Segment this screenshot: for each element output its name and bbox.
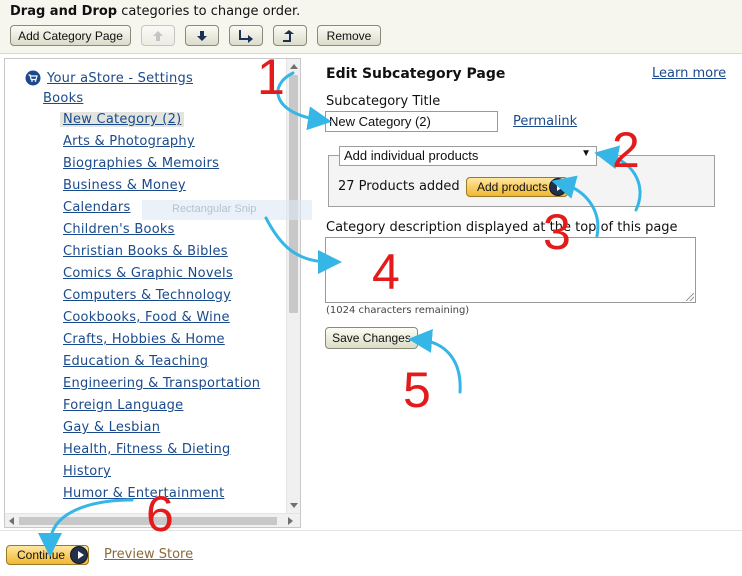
tree-item[interactable]: History xyxy=(63,464,111,479)
scroll-right-icon[interactable] xyxy=(288,517,293,525)
scroll-thumb[interactable] xyxy=(289,75,298,313)
step-number-4: 4 xyxy=(372,244,400,300)
tree-item[interactable]: Arts & Photography xyxy=(63,134,195,149)
step-number-3: 3 xyxy=(543,204,571,260)
step-number-5: 5 xyxy=(403,362,431,418)
characters-remaining: (1024 characters remaining) xyxy=(326,305,470,316)
tree-item[interactable]: Children's Books xyxy=(63,222,175,237)
move-up-button[interactable] xyxy=(141,25,175,46)
tree-item[interactable]: Business & Money xyxy=(63,178,186,193)
tree-item[interactable]: Crafts, Hobbies & Home xyxy=(63,332,225,347)
play-icon xyxy=(70,546,88,564)
tree-item[interactable]: Computers & Technology xyxy=(63,288,231,303)
tree-item[interactable]: Gay & Lesbian xyxy=(63,420,160,435)
tree-vertical-scrollbar[interactable] xyxy=(286,59,300,514)
products-added-count: 27 Products added xyxy=(338,179,460,194)
cart-icon xyxy=(25,70,41,86)
scroll-down-icon[interactable] xyxy=(290,503,298,508)
tree-item[interactable]: Calendars xyxy=(63,200,130,215)
drag-ghost: Rectangular Snip xyxy=(142,200,312,220)
outdent-arrow-icon xyxy=(283,29,294,42)
indent-arrow-icon xyxy=(239,29,253,43)
tree-item[interactable]: Biographies & Memoirs xyxy=(63,156,219,171)
subcategory-title-input[interactable]: New Category (2) xyxy=(325,111,498,132)
arrow-up-icon xyxy=(153,30,163,41)
learn-more-link[interactable]: Learn more xyxy=(652,66,726,81)
dropdown-caret-icon: ▼ xyxy=(581,148,591,159)
tree-item[interactable]: Engineering & Transportation xyxy=(63,376,260,391)
save-changes-button[interactable]: Save Changes xyxy=(325,327,418,349)
move-down-button[interactable] xyxy=(185,25,219,46)
tree-root-link[interactable]: Your aStore - Settings xyxy=(47,71,193,86)
tree-item[interactable]: Foreign Language xyxy=(63,398,183,413)
tree-item[interactable]: Christian Books & Bibles xyxy=(63,244,228,259)
drag-drop-instruction: Drag and Drop categories to change order… xyxy=(10,4,301,19)
step-number-6: 6 xyxy=(146,486,174,542)
tree-item[interactable]: Humor & Entertainment xyxy=(63,486,224,501)
tree-item-books[interactable]: Books xyxy=(43,91,83,106)
preview-store-link[interactable]: Preview Store xyxy=(104,547,193,562)
scroll-up-icon[interactable] xyxy=(290,64,298,69)
remove-button[interactable]: Remove xyxy=(317,25,381,46)
add-category-page-button[interactable]: Add Category Page xyxy=(10,25,131,46)
play-icon xyxy=(549,178,567,196)
description-label: Category description displayed at the to… xyxy=(326,220,678,235)
step-number-1: 1 xyxy=(257,49,285,105)
resize-grip-icon[interactable] xyxy=(686,293,694,301)
outdent-button[interactable] xyxy=(273,25,307,46)
tree-item[interactable]: Comics & Graphic Novels xyxy=(63,266,233,281)
indent-button[interactable] xyxy=(229,25,263,46)
tree-item[interactable]: Education & Teaching xyxy=(63,354,208,369)
permalink-link[interactable]: Permalink xyxy=(513,114,577,129)
tree-item[interactable]: Health, Fitness & Dieting xyxy=(63,442,230,457)
subcategory-title-label: Subcategory Title xyxy=(326,94,441,109)
panel-title: Edit Subcategory Page xyxy=(326,66,506,82)
scroll-left-icon[interactable] xyxy=(9,517,14,525)
product-mode-select[interactable]: Add individual products ▼ xyxy=(339,146,597,166)
step-number-2: 2 xyxy=(612,122,640,178)
arrow-down-icon xyxy=(197,30,207,41)
category-tree: Your aStore - Settings Books New Categor… xyxy=(4,58,301,528)
tree-item-selected[interactable]: New Category (2) xyxy=(60,112,185,127)
tree-item[interactable]: Cookbooks, Food & Wine xyxy=(63,310,230,325)
